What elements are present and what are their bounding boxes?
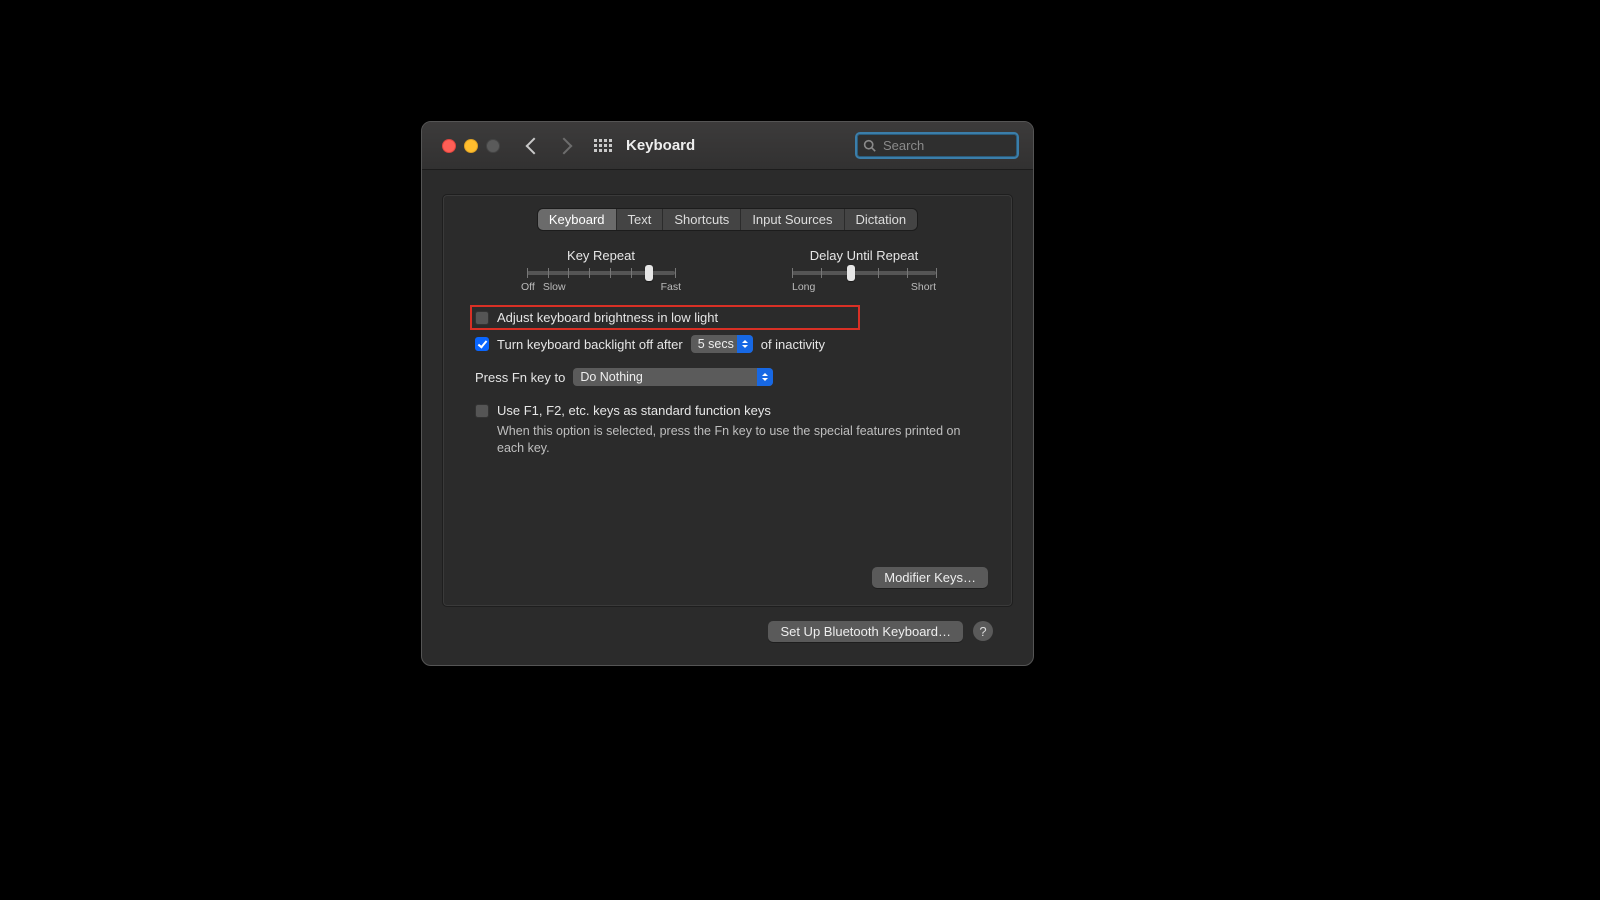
- search-input[interactable]: [881, 137, 1034, 154]
- fn-key-select[interactable]: Do Nothing: [573, 368, 773, 386]
- tab-dictation[interactable]: Dictation: [845, 209, 918, 230]
- tab-bar: Keyboard Text Shortcuts Input Sources Di…: [467, 209, 988, 230]
- minimize-button[interactable]: [464, 139, 478, 153]
- key-repeat-slider[interactable]: [527, 271, 675, 275]
- setup-bluetooth-keyboard-button[interactable]: Set Up Bluetooth Keyboard…: [768, 621, 963, 642]
- adjust-brightness-row: Adjust keyboard brightness in low light: [470, 305, 860, 330]
- titlebar: Keyboard: [422, 122, 1033, 170]
- function-keys-row: Use F1, F2, etc. keys as standard functi…: [475, 391, 980, 423]
- close-button[interactable]: [442, 139, 456, 153]
- help-button[interactable]: ?: [973, 621, 993, 641]
- delay-repeat-slider[interactable]: [792, 271, 936, 275]
- backlight-off-checkbox[interactable]: [475, 337, 489, 351]
- backlight-duration-select[interactable]: 5 secs: [691, 335, 753, 353]
- function-keys-checkbox[interactable]: [475, 404, 489, 418]
- delay-repeat-title: Delay Until Repeat: [774, 248, 954, 263]
- key-repeat-slow-label: Slow: [543, 281, 566, 293]
- key-repeat-slider-group: Key Repeat Off Slow Fast: [501, 248, 701, 293]
- backlight-off-prefix: Turn keyboard backlight off after: [497, 337, 683, 352]
- tab-input-sources[interactable]: Input Sources: [741, 209, 844, 230]
- function-keys-description: When this option is selected, press the …: [475, 423, 980, 457]
- delay-short-label: Short: [911, 281, 936, 293]
- key-repeat-title: Key Repeat: [501, 248, 701, 263]
- fn-key-row: Press Fn key to Do Nothing: [475, 358, 980, 391]
- tab-shortcuts[interactable]: Shortcuts: [663, 209, 741, 230]
- search-icon: [863, 139, 876, 152]
- tab-keyboard[interactable]: Keyboard: [538, 209, 617, 230]
- function-keys-label: Use F1, F2, etc. keys as standard functi…: [497, 403, 771, 418]
- search-field[interactable]: [855, 132, 1019, 159]
- back-button[interactable]: [528, 140, 540, 152]
- forward-button: [558, 140, 570, 152]
- window-title: Keyboard: [626, 137, 695, 154]
- show-all-icon[interactable]: [594, 139, 612, 152]
- delay-long-label: Long: [792, 281, 815, 293]
- delay-repeat-slider-group: Delay Until Repeat Long Short: [774, 248, 954, 293]
- preferences-panel: Keyboard Text Shortcuts Input Sources Di…: [442, 194, 1013, 607]
- zoom-button: [486, 139, 500, 153]
- window-controls: [442, 139, 500, 153]
- fn-key-prefix: Press Fn key to: [475, 370, 565, 385]
- adjust-brightness-label: Adjust keyboard brightness in low light: [497, 310, 718, 325]
- system-preferences-window: Keyboard Keyboard Text Shortcuts Input S…: [421, 121, 1034, 666]
- key-repeat-off-label: Off: [521, 281, 535, 293]
- tab-text[interactable]: Text: [617, 209, 664, 230]
- adjust-brightness-checkbox[interactable]: [475, 311, 489, 325]
- key-repeat-fast-label: Fast: [661, 281, 681, 293]
- modifier-keys-button[interactable]: Modifier Keys…: [872, 567, 988, 588]
- backlight-off-row: Turn keyboard backlight off after 5 secs…: [475, 330, 980, 358]
- backlight-off-suffix: of inactivity: [761, 337, 825, 352]
